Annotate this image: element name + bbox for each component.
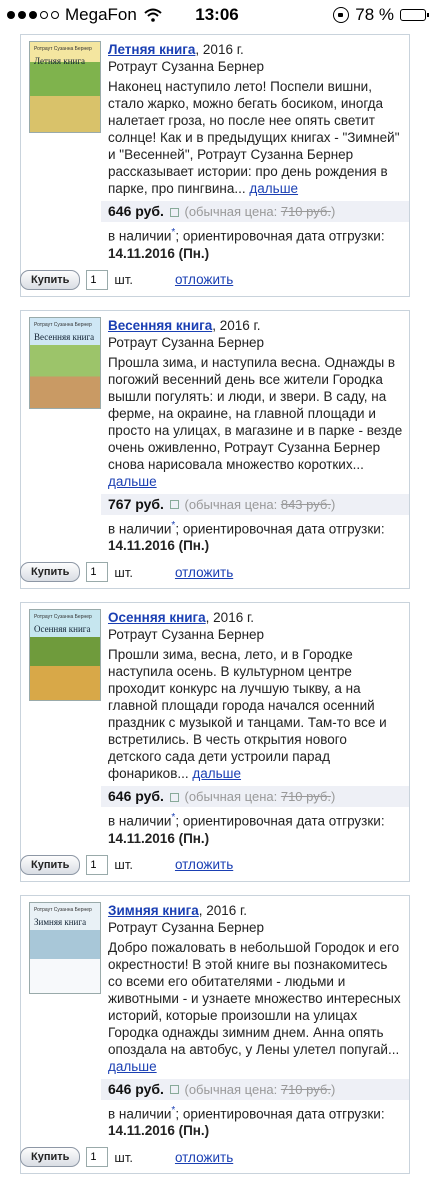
cover-title: Весенняя книга [34, 331, 95, 342]
availability-row: в наличии*; ориентировочная дата отгрузк… [101, 807, 409, 849]
regular-price: (обычная цена: 843 руб.) [184, 496, 336, 512]
book-title-line: Осенняя книга, 2016 г. [108, 609, 403, 626]
book-description: Наконец наступило лето! Поспели вишни, с… [108, 79, 400, 196]
book-description: Добро пожаловать в небольшой Городок и е… [108, 939, 401, 1074]
regular-price: (обычная цена: 710 руб.) [184, 204, 336, 219]
book-price: 646 руб. [108, 203, 164, 219]
book-card: Ротраут Сузанна Бернер Осенняя книга Осе… [20, 602, 410, 882]
book-cover-image[interactable]: Ротраут Сузанна Бернер Весенняя книга [29, 316, 101, 409]
book-card: Ротраут Сузанна Бернер Летняя книга Летн… [20, 34, 410, 297]
cover-author: Ротраут Сузанна Бернер [34, 614, 92, 620]
book-year: , 2016 г. [205, 610, 254, 625]
book-year: , 2016 г. [198, 902, 248, 918]
book-title-link[interactable]: Осенняя книга [108, 610, 206, 625]
book-description: Прошла зима, и наступила весна. Однажды … [108, 354, 403, 489]
quantity-unit: шт. [114, 1149, 133, 1165]
cover-title: Осенняя книга [34, 624, 91, 634]
battery-icon [400, 9, 429, 21]
postpone-link[interactable]: отложить [175, 1149, 233, 1166]
quantity-input[interactable] [86, 1147, 109, 1167]
postpone-link[interactable]: отложить [175, 564, 233, 581]
quantity-unit: шт. [114, 564, 133, 580]
book-price: 646 руб. [108, 1080, 164, 1097]
book-author: Ротраут Сузанна Бернер [108, 334, 265, 350]
book-title-line: Зимняя книга, 2016 г. [108, 902, 403, 919]
info-icon[interactable] [169, 207, 179, 217]
battery-percent: 78 % [355, 5, 394, 24]
shipping-label: ; ориентировочная дата отгрузки: [175, 521, 385, 536]
cover-title: Летняя книга [34, 56, 86, 66]
book-author: Ротраут Сузанна Бернер [108, 59, 265, 74]
book-title-line: Летняя книга, 2016 г. [108, 41, 403, 58]
buy-button[interactable]: Купить [20, 1147, 81, 1167]
buy-button[interactable]: Купить [20, 562, 81, 582]
availability-status: в наличии [108, 521, 172, 536]
book-year: , 2016 г. [212, 317, 261, 333]
availability-status: в наличии [108, 1106, 172, 1121]
book-card: Ротраут Сузанна Бернер Весенняя книга Ве… [20, 309, 410, 589]
book-author: Ротраут Сузанна Бернер [108, 919, 265, 935]
availability-status: в наличии [108, 813, 172, 829]
buy-button[interactable]: Купить [20, 854, 81, 875]
cover-author: Ротраут Сузанна Бернер [34, 906, 92, 913]
book-title-link[interactable]: Весенняя книга [108, 318, 212, 333]
more-link[interactable]: дальше [192, 766, 241, 781]
shipping-date: 14.11.2016 (Пн.) [108, 830, 210, 846]
price-row: 646 руб. (обычная цена: 710 руб.) [101, 786, 409, 807]
availability-row: в наличии*; ориентировочная дата отгрузк… [101, 1100, 409, 1142]
price-row: 646 руб. (обычная цена: 710 руб.) [101, 201, 409, 222]
book-price: 646 руб. [108, 788, 164, 804]
book-list: Ротраут Сузанна Бернер Летняя книга Летн… [20, 34, 410, 1187]
book-cover-image[interactable]: Ротраут Сузанна Бернер Осенняя книга [29, 609, 101, 701]
price-row: 646 руб. (обычная цена: 710 руб.) [101, 1078, 409, 1100]
price-row: 767 руб. (обычная цена: 843 руб.) [101, 493, 409, 515]
book-title-link[interactable]: Летняя книга [108, 42, 195, 57]
availability-status: в наличии [108, 228, 172, 244]
quantity-input[interactable] [86, 854, 109, 875]
book-cover-image[interactable]: Ротраут Сузанна Бернер Зимняя книга [29, 901, 101, 994]
book-description: Прошли зима, весна, лето, и в Городке на… [108, 647, 387, 781]
quantity-input[interactable] [86, 269, 109, 290]
shipping-date: 14.11.2016 (Пн.) [108, 1123, 210, 1138]
quantity-unit: шт. [114, 857, 133, 872]
quantity-input[interactable] [86, 562, 109, 582]
shipping-label: ; ориентировочная дата отгрузки: [175, 1106, 385, 1121]
shipping-label: ; ориентировочная дата отгрузки: [175, 813, 385, 829]
book-author: Ротраут Сузанна Бернер [108, 627, 265, 642]
purchase-actions: Купить шт. отложить [20, 269, 403, 290]
cover-author: Ротраут Сузанна Бернер [34, 46, 92, 52]
info-icon[interactable] [169, 1085, 179, 1095]
book-price: 767 руб. [108, 495, 164, 512]
more-link[interactable]: дальше [249, 181, 298, 196]
more-link[interactable]: дальше [108, 1059, 157, 1074]
cover-title: Зимняя книга [34, 916, 87, 927]
status-bar: MegaFon 13:06 78 % [0, 0, 434, 30]
shipping-label: ; ориентировочная дата отгрузки: [175, 228, 385, 244]
purchase-actions: Купить шт. отложить [20, 562, 403, 582]
shipping-date: 14.11.2016 (Пн.) [108, 245, 210, 261]
info-icon[interactable] [169, 500, 179, 510]
purchase-actions: Купить шт. отложить [20, 854, 403, 875]
book-cover-image[interactable]: Ротраут Сузанна Бернер Летняя книга [29, 41, 101, 133]
regular-price: (обычная цена: 710 руб.) [184, 1081, 336, 1097]
book-card: Ротраут Сузанна Бернер Зимняя книга Зимн… [20, 894, 410, 1174]
regular-price: (обычная цена: 710 руб.) [184, 789, 336, 804]
postpone-link[interactable]: отложить [175, 856, 233, 873]
more-link[interactable]: дальше [108, 474, 157, 489]
cover-author: Ротраут Сузанна Бернер [34, 321, 92, 328]
book-title-link[interactable]: Зимняя книга [108, 903, 199, 918]
purchase-actions: Купить шт. отложить [20, 1147, 403, 1167]
availability-row: в наличии*; ориентировочная дата отгрузк… [101, 515, 409, 557]
postpone-link[interactable]: отложить [175, 271, 233, 288]
book-year: , 2016 г. [195, 42, 244, 57]
buy-button[interactable]: Купить [20, 269, 81, 290]
shipping-date: 14.11.2016 (Пн.) [108, 538, 210, 553]
rotation-lock-icon [333, 7, 350, 23]
quantity-unit: шт. [114, 272, 133, 287]
availability-row: в наличии*; ориентировочная дата отгрузк… [101, 222, 409, 264]
info-icon[interactable] [169, 792, 179, 802]
book-title-line: Весенняя книга, 2016 г. [108, 317, 403, 334]
